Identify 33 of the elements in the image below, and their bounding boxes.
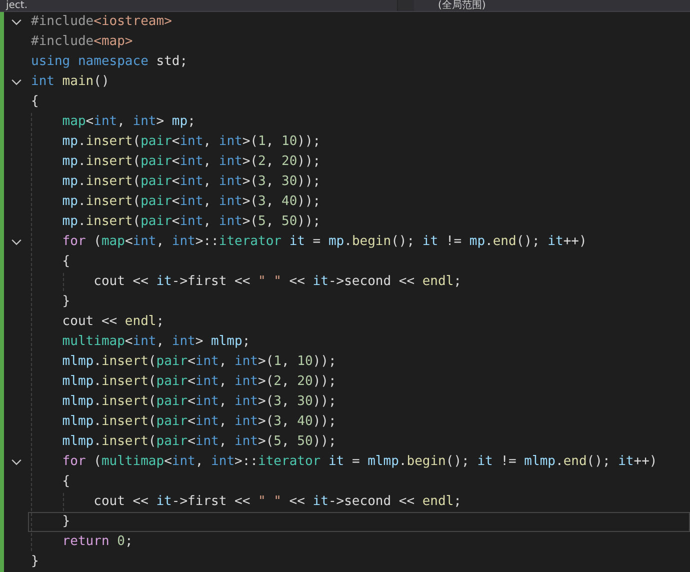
scope-dropdown[interactable]: (全局范围) [414, 0, 690, 11]
collapse-chevron-icon[interactable] [10, 238, 22, 246]
code-line: multimap<int, int> mlmp; [28, 332, 690, 352]
code-line: mlmp.insert(pair<int, int>(3, 30)); [28, 392, 690, 412]
code-line: cout << it->first << " " << it->second << endl; [28, 272, 690, 292]
code-line: } [30, 553, 40, 571]
code-line: mlmp.insert(pair<int, int>(2, 20)); [28, 372, 690, 392]
collapse-chevron-icon[interactable] [10, 78, 22, 86]
code-line: { [28, 252, 690, 272]
collapse-chevron-icon[interactable] [10, 458, 22, 466]
code-line: for (multimap<int, int>::iterator it = mlmp.begin(); it != mlmp.end(); it++) [28, 452, 690, 472]
code-line: mlmp.insert(pair<int, int>(3, 40)); [28, 412, 690, 432]
code-line: mlmp.insert(pair<int, int>(1, 10)); [28, 352, 690, 372]
code-line: cout << it->first << " " << it->second << endl; [28, 492, 690, 512]
code-line: mp.insert(pair<int, int>(2, 20)); [28, 152, 690, 172]
code-line: mp.insert(pair<int, int>(3, 30)); [28, 172, 690, 192]
code-line: mp.insert(pair<int, int>(1, 10)); [28, 132, 690, 152]
code-line: #include<map> [30, 33, 134, 51]
code-line: using namespace std; [30, 53, 189, 71]
code-line: return 0; [28, 532, 690, 552]
code-line: map<int, int> mp; [28, 112, 690, 132]
code-line: cout << endl; [28, 312, 690, 332]
collapse-chevron-icon[interactable] [10, 18, 22, 26]
project-dropdown[interactable]: ject. [0, 0, 398, 11]
code-line: { [28, 472, 690, 492]
code-line: mlmp.insert(pair<int, int>(5, 50)); [28, 432, 690, 452]
code-line: } [28, 292, 690, 312]
code-line: mp.insert(pair<int, int>(5, 50)); [28, 212, 690, 232]
code-line: mp.insert(pair<int, int>(3, 40)); [28, 192, 690, 212]
code-line: int main() [30, 73, 110, 91]
code-line: for (map<int, int>::iterator it = mp.begin(); it != mp.end(); it++) [28, 232, 690, 252]
code-line: #include<iostream> [30, 13, 173, 31]
code-line: { [30, 93, 40, 111]
